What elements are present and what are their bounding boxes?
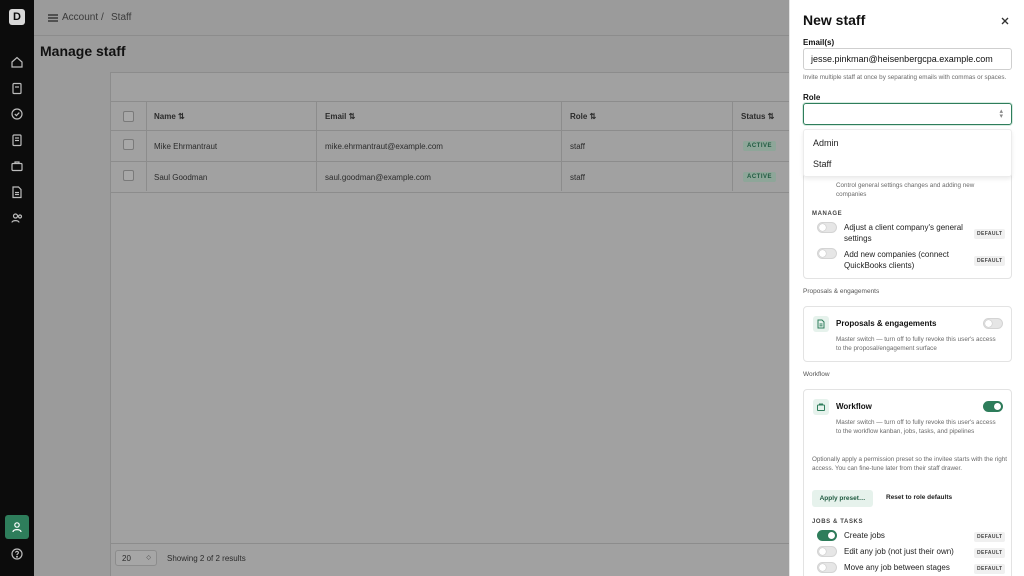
clipboard-icon[interactable] xyxy=(10,81,24,95)
breadcrumb-account[interactable]: Account xyxy=(62,12,98,23)
perm-label: Adjust a client company's general settin… xyxy=(844,223,963,243)
role-label: Role xyxy=(803,93,821,102)
topbar: Account / Staff xyxy=(34,0,789,36)
row-role: staff xyxy=(570,173,585,182)
col-name[interactable]: Name ⇅ xyxy=(154,112,185,121)
manage-heading: MANAGE xyxy=(812,211,843,217)
workflow-master-toggle[interactable] xyxy=(983,401,1003,412)
select-all-checkbox[interactable] xyxy=(123,111,134,122)
row-email: saul.goodman@example.com xyxy=(325,173,431,182)
role-option-staff[interactable]: Staff xyxy=(813,159,831,169)
perm-label: Add new companies (connect QuickBooks cl… xyxy=(844,250,949,270)
briefcase-icon[interactable] xyxy=(10,159,24,173)
briefcase-icon xyxy=(813,399,829,415)
document-icon xyxy=(813,316,829,332)
file-text-icon[interactable] xyxy=(10,185,24,199)
emails-label: Email(s) xyxy=(803,38,835,47)
chevron-updown-icon: ◇ xyxy=(146,555,151,561)
help-icon[interactable] xyxy=(10,547,24,561)
table-footer: 20 ◇ Showing 2 of 2 results xyxy=(111,543,790,576)
proposals-section-label: Proposals & engagements xyxy=(803,288,880,295)
table-row[interactable]: Saul Goodman saul.goodman@example.com st… xyxy=(111,162,790,193)
breadcrumb-separator: / xyxy=(101,12,104,23)
check-circle-icon[interactable] xyxy=(10,107,24,121)
main-content: Account / Staff Manage staff Name ⇅ Emai… xyxy=(34,0,790,576)
jobs-tasks-heading: JOBS & TASKS xyxy=(812,519,864,525)
row-email: mike.ehrmantraut@example.com xyxy=(325,142,443,151)
default-badge: DEFAULT xyxy=(974,564,1006,574)
create-jobs-toggle[interactable] xyxy=(817,530,837,541)
workflow-title: Workflow xyxy=(836,402,872,411)
home-icon[interactable] xyxy=(10,55,24,69)
emails-input[interactable]: jesse.pinkman@heisenbergcpa.example.com xyxy=(803,48,1012,70)
row-name: Saul Goodman xyxy=(154,173,208,182)
default-badge: DEFAULT xyxy=(974,229,1006,239)
page-size-select[interactable]: 20 ◇ xyxy=(115,550,157,566)
emails-hint: Invite multiple staff at once by separat… xyxy=(803,74,1007,81)
staff-table-card: Name ⇅ Email ⇅ Role ⇅ Status ⇅ Mike Ehrm… xyxy=(110,72,790,576)
proposals-title: Proposals & engagements xyxy=(836,319,937,328)
proposals-desc: Master switch — turn off to fully revoke… xyxy=(836,336,996,352)
workflow-desc: Master switch — turn off to fully revoke… xyxy=(836,419,996,435)
default-badge: DEFAULT xyxy=(974,256,1006,266)
role-option-admin[interactable]: Admin xyxy=(813,138,839,148)
proposals-master-toggle[interactable] xyxy=(983,318,1003,329)
proposals-box: Proposals & engagements Master switch — … xyxy=(803,306,1012,362)
app-sidebar: D xyxy=(0,0,34,576)
new-staff-drawer: New staff Email(s) jesse.pinkman@heisenb… xyxy=(789,0,1024,576)
reset-role-defaults-button[interactable]: Reset to role defaults xyxy=(886,494,952,501)
chevron-updown-icon: ▴ ▾ xyxy=(999,108,1003,120)
drawer-title: New staff xyxy=(803,12,866,28)
status-badge: ACTIVE xyxy=(743,141,777,151)
page-title: Manage staff xyxy=(40,43,126,59)
settings-desc: Control general settings changes and add… xyxy=(836,182,975,198)
col-email[interactable]: Email ⇅ xyxy=(325,112,355,121)
breadcrumb-staff: Staff xyxy=(111,12,132,23)
hamburger-menu-icon[interactable] xyxy=(46,11,60,25)
document-icon[interactable] xyxy=(10,133,24,147)
role-dropdown: Admin Staff xyxy=(803,129,1012,177)
move-any-job-toggle[interactable] xyxy=(817,562,837,573)
page-size-value: 20 xyxy=(122,554,131,563)
row-checkbox[interactable] xyxy=(123,139,134,150)
table-row[interactable]: Mike Ehrmantraut mike.ehrmantraut@exampl… xyxy=(111,131,790,162)
user-icon xyxy=(12,522,22,533)
preset-hint: Optionally apply a permission preset so … xyxy=(812,456,1007,472)
account-nav-item[interactable] xyxy=(5,515,29,539)
results-count: Showing 2 of 2 results xyxy=(167,554,246,563)
perm-label: Create jobs xyxy=(844,531,885,540)
app-logo[interactable]: D xyxy=(9,9,25,25)
workflow-section-label: Workflow xyxy=(803,371,830,378)
default-badge: DEFAULT xyxy=(974,548,1006,558)
close-icon[interactable] xyxy=(999,14,1011,26)
col-status[interactable]: Status ⇅ xyxy=(741,112,774,121)
col-role[interactable]: Role ⇅ xyxy=(570,112,596,121)
perm-label: Move any job between stages xyxy=(844,563,950,572)
role-select[interactable]: ▴ ▾ xyxy=(803,103,1012,125)
row-name: Mike Ehrmantraut xyxy=(154,142,218,151)
workflow-box: Workflow Master switch — turn off to ful… xyxy=(803,389,1012,576)
row-checkbox[interactable] xyxy=(123,170,134,181)
edit-any-job-toggle[interactable] xyxy=(817,546,837,557)
users-icon[interactable] xyxy=(10,211,24,225)
table-header: Name ⇅ Email ⇅ Role ⇅ Status ⇅ xyxy=(111,101,790,131)
status-badge: ACTIVE xyxy=(743,172,777,182)
apply-preset-button[interactable]: Apply preset… xyxy=(812,490,873,507)
adjust-settings-toggle[interactable] xyxy=(817,222,837,233)
add-companies-toggle[interactable] xyxy=(817,248,837,259)
perm-label: Edit any job (not just their own) xyxy=(844,547,954,556)
default-badge: DEFAULT xyxy=(974,532,1006,542)
row-role: staff xyxy=(570,142,585,151)
